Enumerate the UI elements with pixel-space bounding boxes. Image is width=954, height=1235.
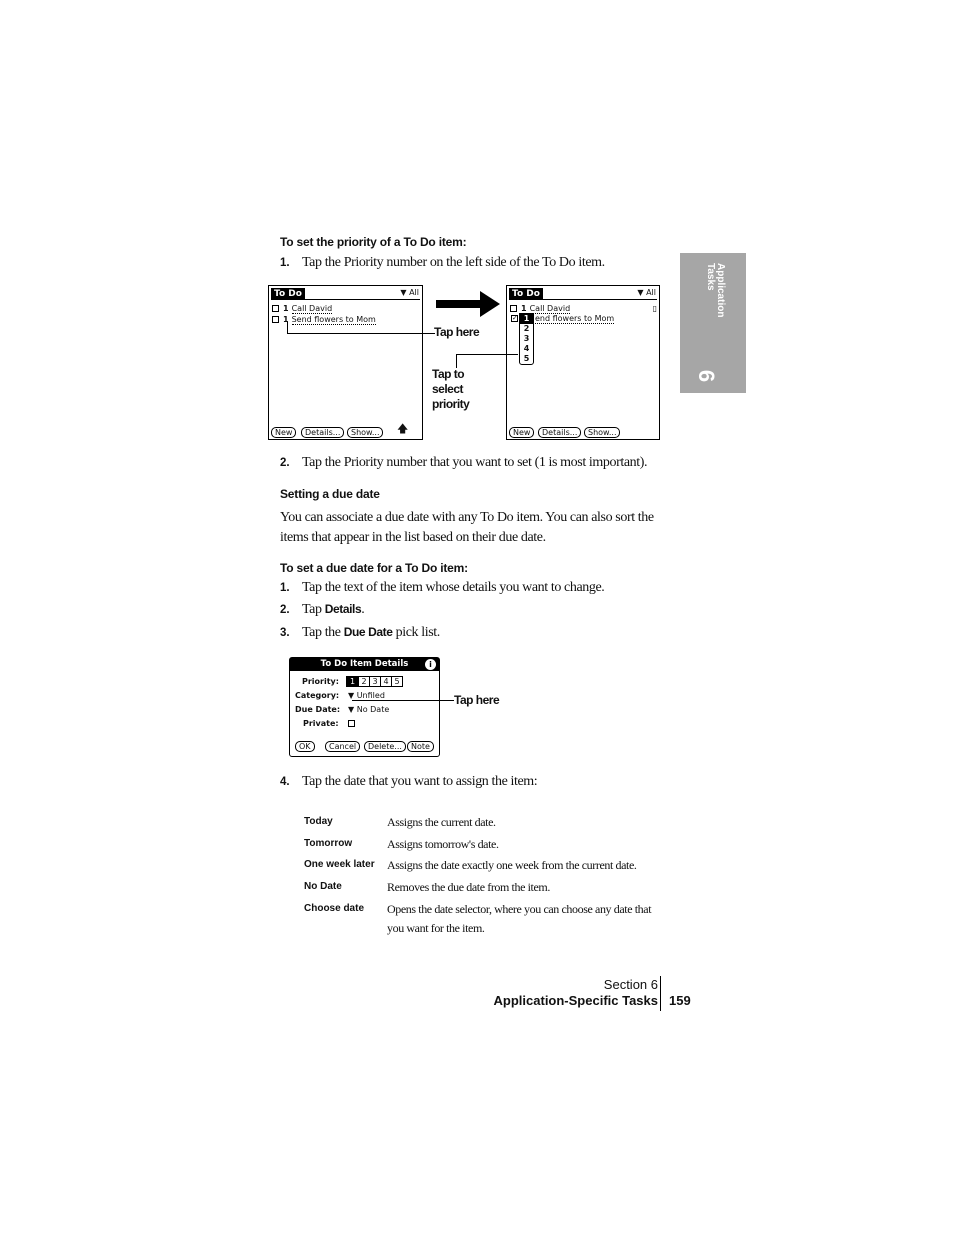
option-label: Tomorrow <box>304 838 353 849</box>
option-description: Removes the due date from the item. <box>387 880 550 894</box>
priority-popup[interactable]: 1 2 3 4 5 <box>519 313 534 365</box>
arrow-right-icon <box>436 291 500 317</box>
footer-section: Section 6 <box>603 977 658 992</box>
footer-title: Application-Specific Tasks <box>493 993 658 1008</box>
note-button[interactable]: Note <box>407 741 434 752</box>
option-description: Assigns the date exactly one week from t… <box>387 858 637 872</box>
priority-1[interactable]: 1 <box>347 677 358 686</box>
heading-set-due-date: To set a due date for a To Do item: <box>280 561 468 575</box>
option-description: Assigns the current date. <box>387 815 496 829</box>
section-tab: Application Tasks 6 <box>680 253 746 393</box>
heading-setting-due-date: Setting a due date <box>280 487 380 501</box>
ok-button[interactable]: OK <box>295 741 315 752</box>
checkbox[interactable] <box>272 305 279 312</box>
category-picker[interactable]: ▼ All <box>400 288 419 297</box>
new-button[interactable]: New <box>509 427 535 438</box>
cancel-button[interactable]: Cancel <box>325 741 361 752</box>
tab-label: Tasks <box>705 263 716 291</box>
paragraph-line: You can associate a due date with any To… <box>280 510 654 525</box>
info-icon[interactable]: i <box>425 659 436 670</box>
category-picker[interactable]: ▼ Unfiled <box>348 691 385 701</box>
details-button[interactable]: Details... <box>538 427 582 438</box>
tab-label: Application <box>715 263 726 318</box>
option-label: One week later <box>304 859 375 870</box>
callout-tap-here: Tap here <box>454 693 500 707</box>
details-button[interactable]: Details... <box>301 427 345 438</box>
show-button[interactable]: Show... <box>584 427 621 438</box>
category-label: Category: <box>295 691 340 700</box>
priority-option[interactable]: 2 <box>520 324 533 334</box>
note-icon[interactable]: ▯ <box>653 304 657 314</box>
delete-button[interactable]: Delete... <box>364 741 406 752</box>
priority-3[interactable]: 3 <box>369 677 380 686</box>
option-description: Assigns tomorrow's date. <box>387 837 499 851</box>
checkbox[interactable] <box>272 316 279 323</box>
private-checkbox[interactable] <box>348 720 355 727</box>
todo-item[interactable]: 1 Send flowers to Mom <box>272 315 420 325</box>
priority-label: Priority: <box>302 677 339 686</box>
callout-tap-here: Tap here <box>434 325 480 339</box>
priority-option[interactable]: 1 <box>520 314 533 324</box>
paragraph-line: items that appear in the list based on t… <box>280 530 546 545</box>
option-description: Opens the date selector, where you can c… <box>387 902 652 935</box>
private-label: Private: <box>303 719 339 728</box>
page-number: 159 <box>669 993 691 1008</box>
todo-item[interactable]: end flowers to Mom <box>535 314 657 324</box>
heading-set-priority: To set the priority of a To Do item: <box>280 235 467 249</box>
priority-option[interactable]: 3 <box>520 334 533 344</box>
scroll-up-icon[interactable]: 🡅 <box>397 420 408 439</box>
section-number: 6 <box>694 369 720 383</box>
priority-option[interactable]: 5 <box>520 354 533 364</box>
todo-screen-after: To Do ▼ All 1 Call David ▯ end flowers to … <box>506 285 660 440</box>
option-label: Today <box>304 816 333 827</box>
callout-tap-to-select-priority: Tap to select priority <box>432 367 470 411</box>
due-date-picker[interactable]: ▼ No Date <box>348 705 389 714</box>
new-button[interactable]: New <box>271 427 297 438</box>
priority[interactable]: 1 <box>283 304 289 313</box>
option-label: No Date <box>304 881 342 892</box>
category-picker[interactable]: ▼ All <box>637 288 656 297</box>
todo-item[interactable]: 1 Call David <box>272 304 420 314</box>
step-number: 1. <box>280 257 290 269</box>
priority-option[interactable]: 4 <box>520 344 533 354</box>
step-text: Tap the Priority number on the left side… <box>302 255 605 270</box>
priority-5[interactable]: 5 <box>391 677 402 686</box>
todo-item-details-dialog: To Do Item Details i Priority: 1 2 3 4 5… <box>289 657 440 757</box>
option-label: Choose date <box>304 903 365 914</box>
show-button[interactable]: Show... <box>347 427 384 438</box>
dialog-title: To Do Item Details <box>290 658 439 671</box>
todo-screen-before: To Do ▼ All 1 Call David 1 Send flowers to… <box>268 285 423 440</box>
due-date-label: Due Date: <box>295 705 341 714</box>
priority-4[interactable]: 4 <box>380 677 391 686</box>
priority-2[interactable]: 2 <box>358 677 369 686</box>
checkbox-checked[interactable]: ✓ <box>511 315 518 322</box>
